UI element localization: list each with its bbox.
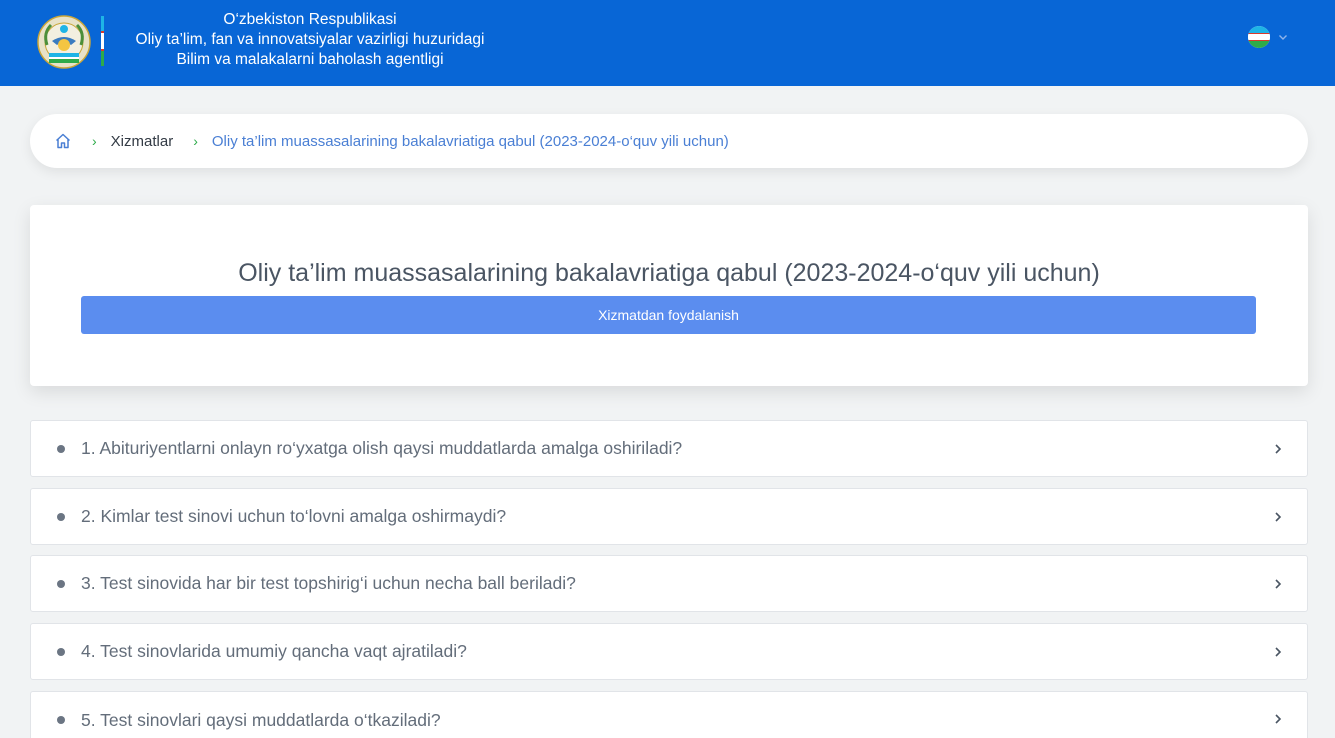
bullet-icon <box>57 647 65 656</box>
bullet-icon <box>57 716 65 724</box>
language-selector[interactable] <box>1248 26 1288 48</box>
bullet-icon <box>57 579 65 588</box>
agency-line-ministry: Oliy ta’lim, fan va innovatsiyalar vazir… <box>135 31 485 48</box>
agency-name: O‘zbekiston Respublikasi Oliy ta’lim, fa… <box>112 10 508 70</box>
top-header: O‘zbekiston Respublikasi Oliy ta’lim, fa… <box>0 0 1335 86</box>
chevron-right-icon <box>1275 714 1282 724</box>
faq-item[interactable]: 2. Kimlar test sinovi uchun to‘lovni ama… <box>30 488 1308 545</box>
chevron-down-icon <box>1279 35 1287 40</box>
bullet-icon <box>57 512 65 521</box>
faq-item[interactable]: 1. Abituriyentlarni onlayn ro‘yxatga oli… <box>30 420 1308 477</box>
breadcrumb: › Xizmatlar › Oliy ta’lim muassasalarini… <box>30 114 1308 168</box>
faq-item[interactable]: 5. Test sinovlari qaysi muddatlarda o‘tk… <box>30 691 1308 738</box>
faq-question: 1. Abituriyentlarni onlayn ro‘yxatga oli… <box>81 438 683 458</box>
agency-line-agency: Bilim va malakalarni baholash agentligi <box>176 51 444 68</box>
faq-question: 5. Test sinovlari qaysi muddatlarda o‘tk… <box>81 710 441 730</box>
breadcrumb-item-services[interactable]: Xizmatlar <box>111 133 174 150</box>
breadcrumb-separator: › <box>92 133 97 149</box>
breadcrumb-item-current[interactable]: Oliy ta’lim muassasalarining bakalavriat… <box>212 133 729 150</box>
faq-question: 2. Kimlar test sinovi uchun to‘lovni ama… <box>81 506 507 526</box>
faq-item[interactable]: 4. Test sinovlarida umumiy qancha vaqt a… <box>30 623 1308 680</box>
chevron-right-icon <box>1275 578 1282 589</box>
service-title: Oliy ta’lim muassasalarining bakalavriat… <box>238 259 1100 287</box>
use-service-button[interactable]: Xizmatdan foydalanish <box>81 296 1256 334</box>
breadcrumb-separator: › <box>193 133 198 149</box>
chevron-right-icon <box>1275 511 1282 522</box>
chevron-right-icon <box>1275 443 1282 454</box>
bullet-icon <box>57 444 65 453</box>
flag-divider <box>101 16 104 66</box>
faq-item[interactable]: 3. Test sinovida har bir test topshirig‘… <box>30 555 1308 612</box>
service-card: Oliy ta’lim muassasalarining bakalavriat… <box>30 205 1308 386</box>
chevron-right-icon <box>1275 646 1282 657</box>
agency-line-country: O‘zbekiston Respublikasi <box>223 11 397 28</box>
faq-question: 3. Test sinovida har bir test topshirig‘… <box>81 573 576 593</box>
faq-question: 4. Test sinovlarida umumiy qancha vaqt a… <box>81 641 467 661</box>
home-icon[interactable] <box>54 132 72 150</box>
uzbekistan-flag-icon <box>1248 26 1270 48</box>
state-emblem-icon[interactable] <box>37 15 91 69</box>
